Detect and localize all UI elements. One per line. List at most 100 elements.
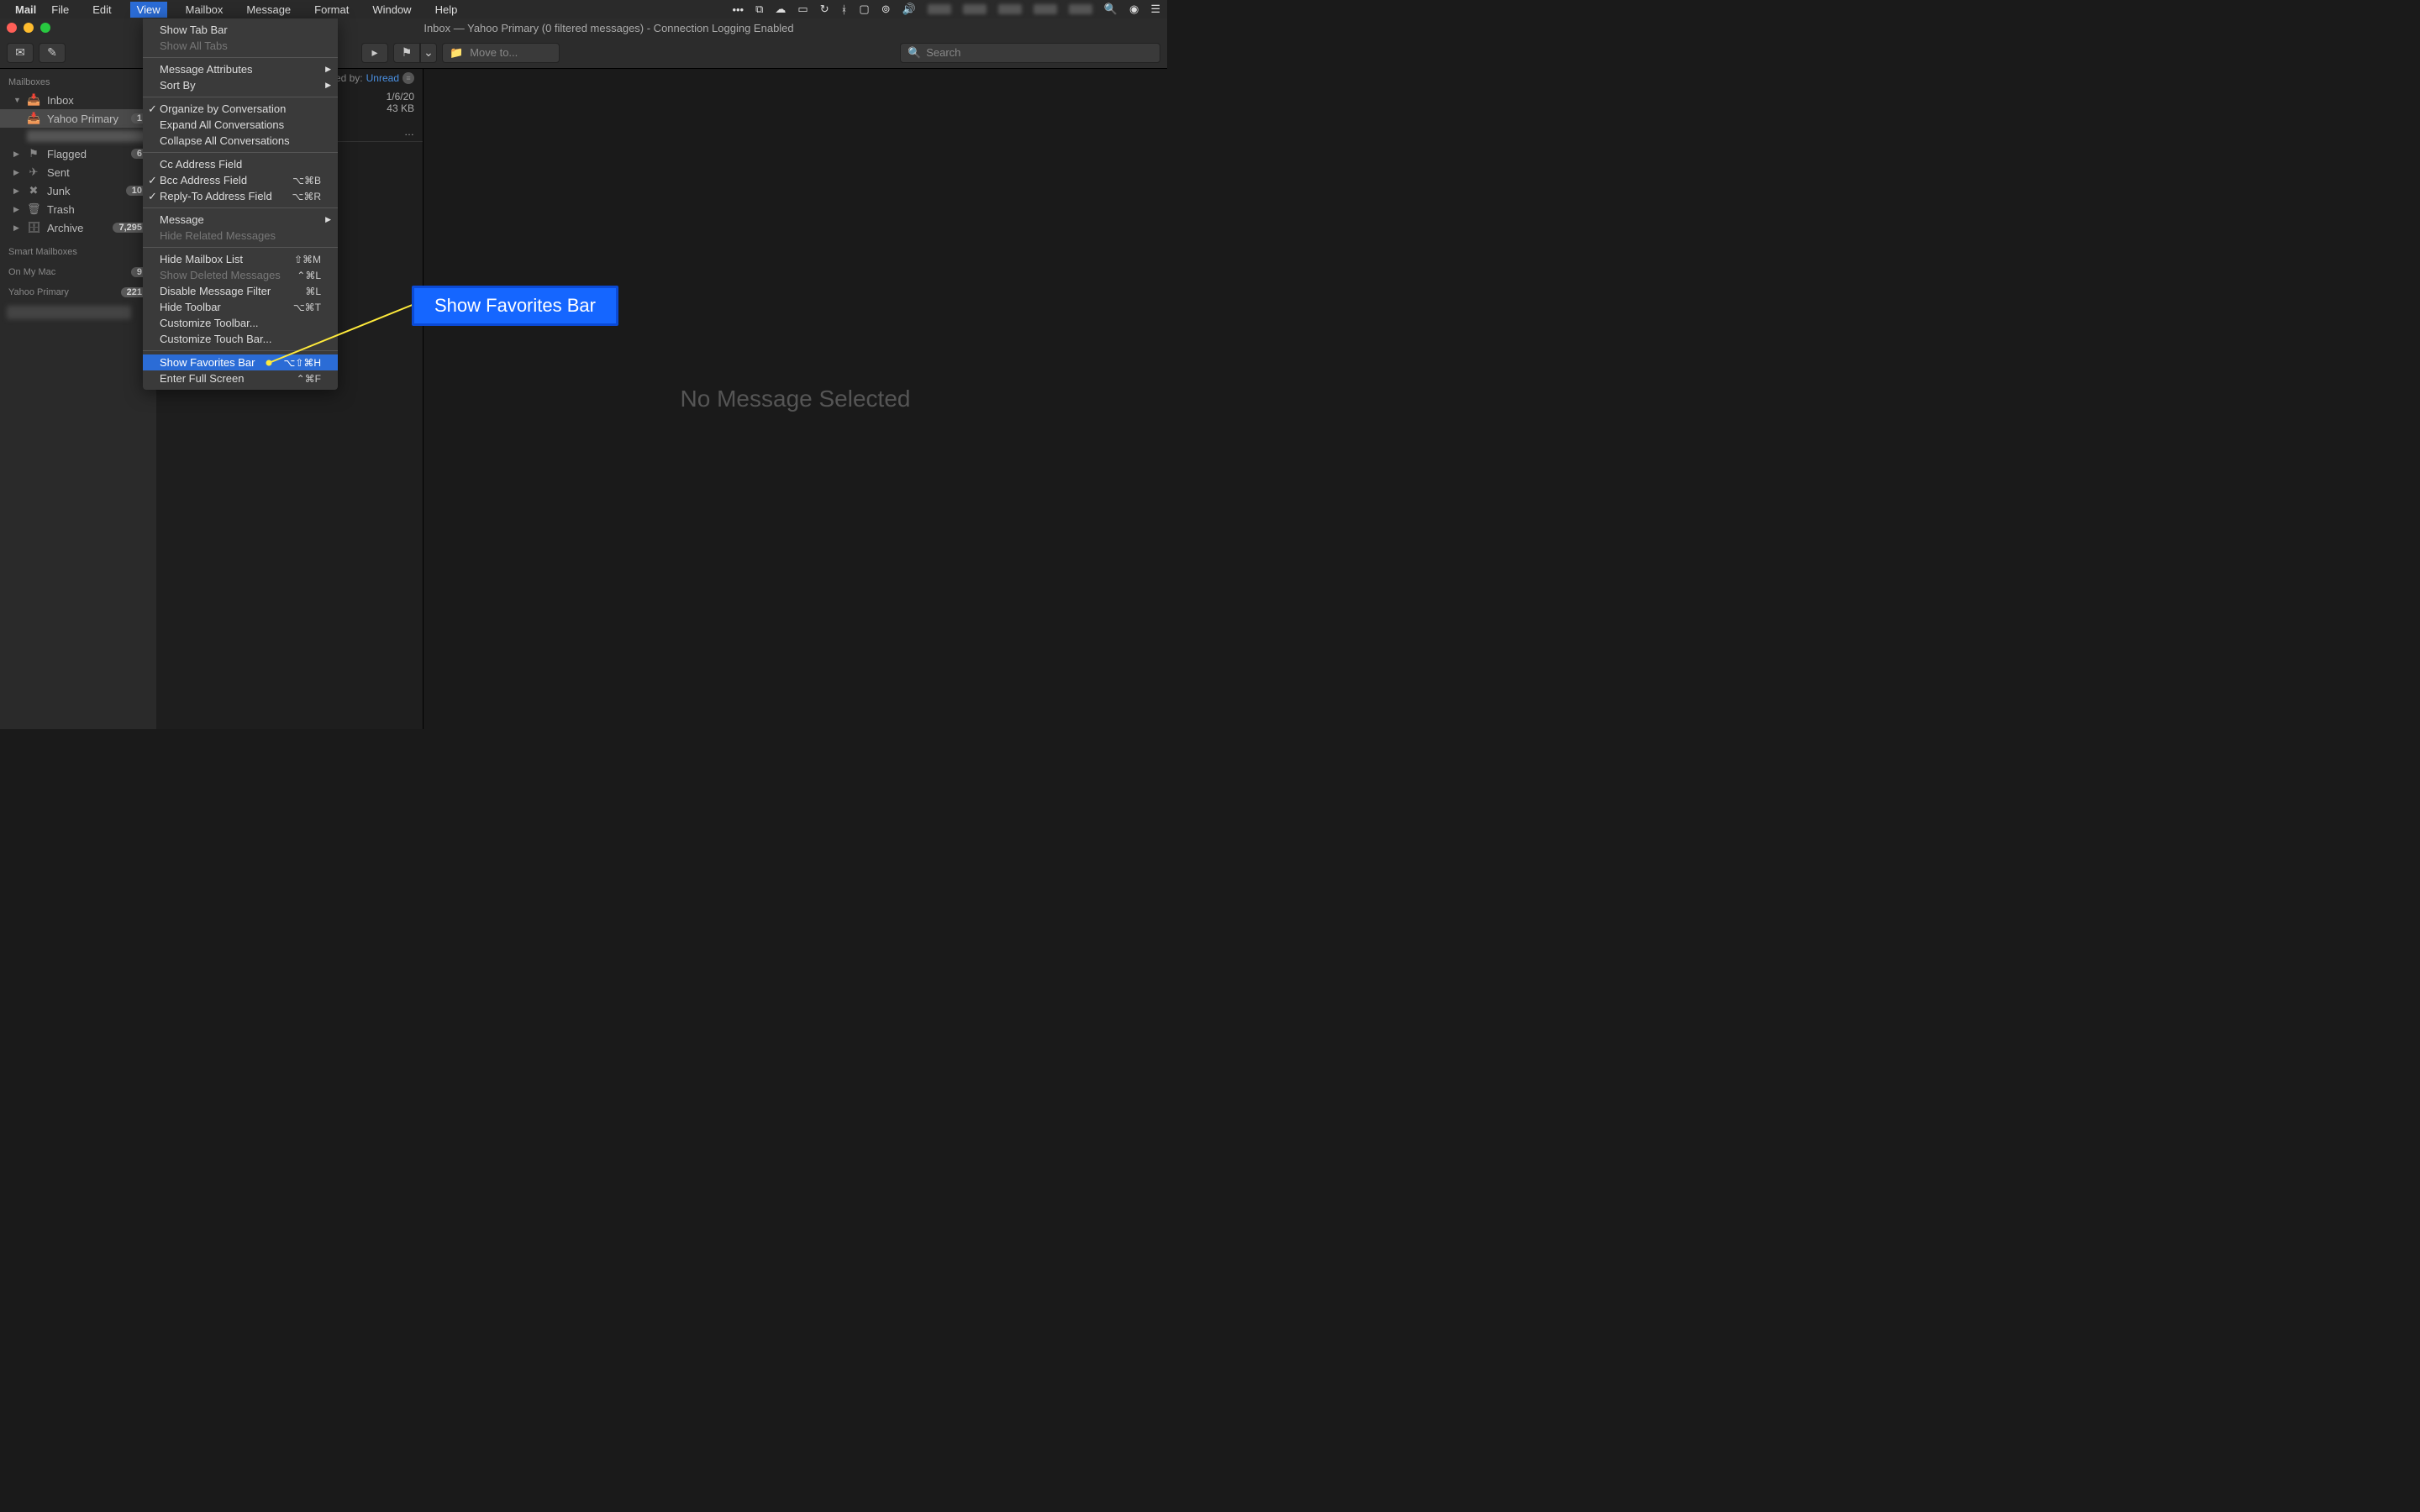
sidebar-label: Flagged <box>47 148 124 160</box>
move-to-dropdown[interactable]: 📁 Move to... <box>442 43 560 63</box>
flag-dropdown[interactable]: ⌄ <box>420 43 437 63</box>
menu-item-message-attributes[interactable]: Message Attributes▶ <box>143 61 338 77</box>
search-field[interactable]: 🔍 Search <box>900 43 1160 63</box>
disclosure-triangle-icon[interactable]: ▶ <box>13 150 20 159</box>
menu-item-label: Message Attributes <box>160 63 321 76</box>
menu-window[interactable]: Window <box>367 2 416 18</box>
menu-help[interactable]: Help <box>430 2 463 18</box>
blurred-status <box>998 4 1022 14</box>
annotation-callout: Show Favorites Bar <box>412 286 618 326</box>
cloud-icon[interactable]: ☁ <box>775 3 786 16</box>
menu-item-label: Hide Related Messages <box>160 229 321 242</box>
menu-item-hide-mailbox-list[interactable]: Hide Mailbox List⇧⌘M <box>143 251 338 267</box>
menu-item-show-favorites-bar[interactable]: Show Favorites Bar⌥⇧⌘H <box>143 354 338 370</box>
menu-item-sort-by[interactable]: Sort By▶ <box>143 77 338 93</box>
menu-shortcut: ⌥⌘B <box>292 175 321 186</box>
menu-item-label: Customize Touch Bar... <box>160 333 321 345</box>
app-menu[interactable]: Mail <box>15 3 36 16</box>
view-menu-dropdown: Show Tab BarShow All TabsMessage Attribu… <box>143 18 338 390</box>
menu-item-collapse-all-conversations[interactable]: Collapse All Conversations <box>143 133 338 149</box>
junk-icon: ✖ <box>27 184 40 197</box>
menu-message[interactable]: Message <box>241 2 296 18</box>
section-on-my-mac[interactable]: On My Mac 9 <box>0 264 156 281</box>
checkmark-icon: ✓ <box>148 174 157 187</box>
menu-item-label: Enter Full Screen <box>160 372 297 385</box>
sidebar-item-flagged[interactable]: ▶ ⚑ Flagged 6 <box>0 144 156 163</box>
disclosure-triangle-icon[interactable]: ▶ <box>13 186 20 196</box>
menu-item-label: Expand All Conversations <box>160 118 321 131</box>
filter-icon[interactable]: ≡ <box>402 72 414 84</box>
volume-icon[interactable]: 🔊 <box>902 3 916 16</box>
menu-item-bcc-address-field[interactable]: ✓Bcc Address Field⌥⌘B <box>143 172 338 188</box>
archive-button[interactable]: ▸ <box>361 43 388 63</box>
lastpass-icon[interactable]: ••• <box>732 3 744 16</box>
display-icon[interactable]: ▭ <box>797 3 808 16</box>
menu-item-show-tab-bar[interactable]: Show Tab Bar <box>143 22 338 38</box>
menu-item-label: Cc Address Field <box>160 158 321 171</box>
menu-file[interactable]: File <box>46 2 74 18</box>
sorted-by-value[interactable]: Unread <box>366 72 399 84</box>
message-size: 43 KB <box>387 102 414 114</box>
trash-icon: 🗑 <box>27 202 40 216</box>
blurred-item <box>27 130 148 142</box>
menu-item-disable-message-filter[interactable]: Disable Message Filter⌘L <box>143 283 338 299</box>
message-preview-pane: No Message Selected <box>424 69 1167 729</box>
sidebar-label: Sent <box>47 166 148 179</box>
menu-item-label: Show Deleted Messages <box>160 269 297 281</box>
menu-item-hide-toolbar[interactable]: Hide Toolbar⌥⌘T <box>143 299 338 315</box>
section-yahoo-primary[interactable]: Yahoo Primary 221 <box>0 284 156 301</box>
sidebar-item-junk[interactable]: ▶ ✖ Junk 10 <box>0 181 156 200</box>
bluetooth-icon[interactable]: ᚼ <box>841 3 848 16</box>
dropbox-icon[interactable]: ⧉ <box>755 3 763 16</box>
folder-icon: 📁 <box>450 46 463 60</box>
airplay-icon[interactable]: ▢ <box>859 3 869 16</box>
menu-view[interactable]: View <box>130 2 167 18</box>
close-button[interactable] <box>7 23 17 33</box>
menu-item-label: Organize by Conversation <box>160 102 321 115</box>
sidebar-label: Junk <box>47 185 119 197</box>
menu-item-organize-by-conversation[interactable]: ✓Organize by Conversation <box>143 101 338 117</box>
menu-item-label: Customize Toolbar... <box>160 317 321 329</box>
menu-item-message[interactable]: Message▶ <box>143 212 338 228</box>
menu-format[interactable]: Format <box>309 2 354 18</box>
disclosure-triangle-icon[interactable]: ▶ <box>13 205 20 214</box>
sidebar-item-yahoo-primary[interactable]: 📥 Yahoo Primary 1 <box>0 109 156 128</box>
disclosure-triangle-icon[interactable]: ▶ <box>13 223 20 233</box>
flag-button[interactable]: ⚑ <box>393 43 420 63</box>
sidebar-item-inbox[interactable]: ▼ 📥 Inbox <box>0 91 156 109</box>
minimize-button[interactable] <box>24 23 34 33</box>
notification-center-icon[interactable]: ☰ <box>1150 3 1160 16</box>
no-message-placeholder: No Message Selected <box>681 386 911 412</box>
menu-item-customize-touch-bar[interactable]: Customize Touch Bar... <box>143 331 338 347</box>
get-mail-button[interactable]: ✉ <box>7 43 34 63</box>
wifi-icon[interactable]: ⊚ <box>881 3 891 16</box>
timemachine-icon[interactable]: ↻ <box>820 3 829 16</box>
spotlight-icon[interactable]: 🔍 <box>1104 3 1118 16</box>
menu-edit[interactable]: Edit <box>87 2 116 18</box>
blurred-status <box>1034 4 1057 14</box>
menu-item-label: Collapse All Conversations <box>160 134 321 147</box>
maximize-button[interactable] <box>40 23 50 33</box>
blurred-status <box>928 4 951 14</box>
menu-shortcut: ⌘L <box>305 286 321 297</box>
blurred-status <box>1069 4 1092 14</box>
disclosure-triangle-icon[interactable]: ▼ <box>13 96 20 104</box>
menu-item-customize-toolbar[interactable]: Customize Toolbar... <box>143 315 338 331</box>
sent-icon: ✈ <box>27 165 40 179</box>
menu-item-label: Hide Toolbar <box>160 301 293 313</box>
sidebar-item-sent[interactable]: ▶ ✈ Sent <box>0 163 156 181</box>
menu-item-expand-all-conversations[interactable]: Expand All Conversations <box>143 117 338 133</box>
sidebar-item-archive[interactable]: ▶ 🗄 Archive 7,295 <box>0 218 156 237</box>
traffic-lights <box>7 23 50 33</box>
menu-item-enter-full-screen[interactable]: Enter Full Screen⌃⌘F <box>143 370 338 386</box>
menu-mailbox[interactable]: Mailbox <box>181 2 229 18</box>
menu-item-label: Show Tab Bar <box>160 24 321 36</box>
sidebar-item-trash[interactable]: ▶ 🗑 Trash <box>0 200 156 218</box>
section-label-text: On My Mac <box>8 267 131 277</box>
menu-item-reply-to-address-field[interactable]: ✓Reply-To Address Field⌥⌘R <box>143 188 338 204</box>
siri-icon[interactable]: ◉ <box>1129 3 1139 16</box>
menu-item-cc-address-field[interactable]: Cc Address Field <box>143 156 338 172</box>
compose-button[interactable]: ✎ <box>39 43 66 63</box>
sidebar-label: Yahoo Primary <box>47 113 124 125</box>
disclosure-triangle-icon[interactable]: ▶ <box>13 168 20 177</box>
